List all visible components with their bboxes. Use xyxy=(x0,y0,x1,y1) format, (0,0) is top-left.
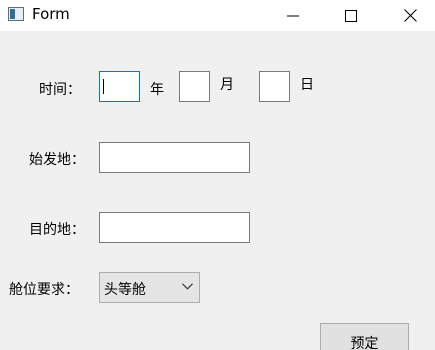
minimize-button[interactable] xyxy=(270,0,316,31)
destination-input[interactable] xyxy=(99,212,250,243)
year-input[interactable] xyxy=(99,71,140,102)
maximize-button[interactable] xyxy=(328,0,374,31)
window-title: Form xyxy=(32,5,70,23)
book-button[interactable]: 预定 xyxy=(320,323,409,350)
chevron-down-icon xyxy=(182,283,193,290)
month-unit-label: 月 xyxy=(220,77,234,93)
origin-input[interactable] xyxy=(99,142,250,173)
title-bar: Form xyxy=(0,0,435,31)
day-input[interactable] xyxy=(259,71,290,102)
minimize-icon xyxy=(287,15,299,16)
form-app-icon xyxy=(8,7,24,21)
time-label: 时间： xyxy=(39,82,81,98)
origin-label: 始发地： xyxy=(29,152,85,168)
book-button-label: 预定 xyxy=(350,336,379,350)
month-input[interactable] xyxy=(179,71,210,102)
year-unit-label: 年 xyxy=(150,82,164,98)
destination-label: 目的地： xyxy=(29,222,85,238)
close-icon xyxy=(403,9,417,22)
cabin-select[interactable]: 头等舱 xyxy=(99,272,200,303)
maximize-icon xyxy=(345,9,357,22)
close-button[interactable] xyxy=(387,0,433,31)
day-unit-label: 日 xyxy=(300,77,314,93)
cabin-label: 舱位要求： xyxy=(9,282,79,298)
cabin-selected-value: 头等舱 xyxy=(104,282,146,298)
text-caret xyxy=(103,79,104,94)
